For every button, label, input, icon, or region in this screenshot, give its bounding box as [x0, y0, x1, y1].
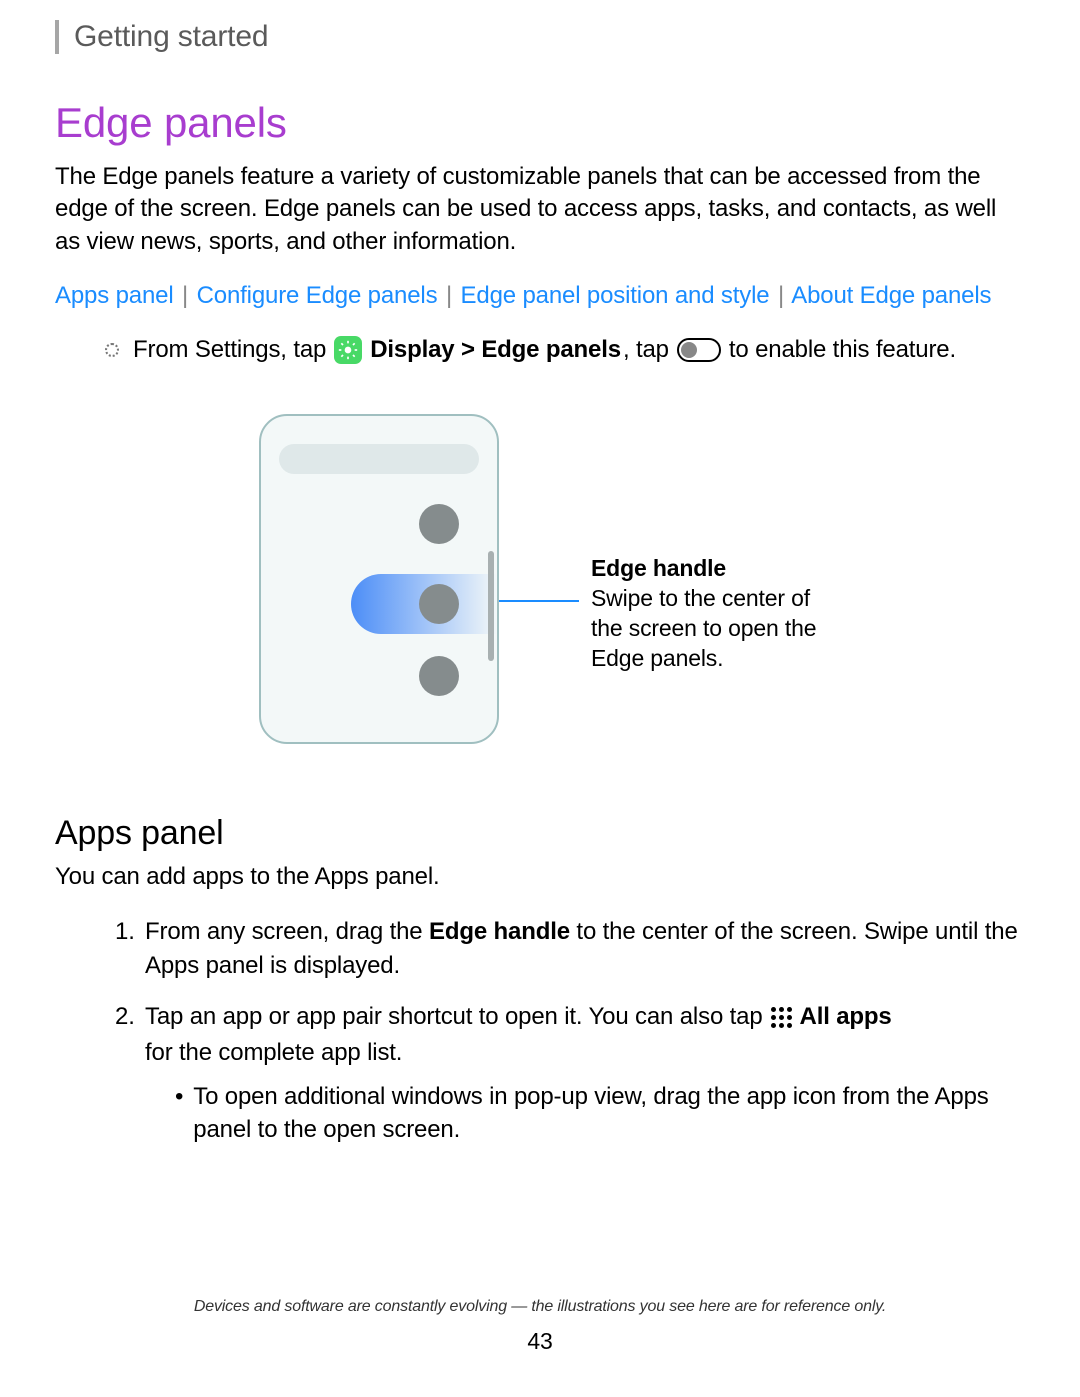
instruction-suffix: to enable this feature. [729, 336, 956, 364]
diagram-area: Edge handle Swipe to the center of the s… [55, 414, 1025, 744]
link-configure-edge-panels[interactable]: Configure Edge panels [197, 282, 438, 309]
page-number: 43 [0, 1328, 1080, 1355]
link-separator: | [182, 282, 188, 309]
panel-dot-icon [419, 656, 459, 696]
step-number: 2. [115, 1000, 145, 1146]
step-2-sub-bullet: • To open additional windows in pop-up v… [175, 1080, 1025, 1147]
toggle-switch-icon [677, 338, 721, 362]
dotted-bullet-icon [105, 343, 119, 357]
footer-note: Devices and software are constantly evol… [0, 1298, 1080, 1316]
edge-handle-icon [488, 551, 494, 661]
link-about-edge-panels[interactable]: About Edge panels [791, 282, 991, 309]
swipe-gradient-icon [351, 574, 497, 634]
step-2-sub-text: To open additional windows in pop-up vie… [193, 1080, 1025, 1147]
page-title: Edge panels [55, 99, 1025, 147]
section-heading-apps-panel: Apps panel [55, 814, 1025, 853]
step-1-bold: Edge handle [429, 918, 570, 945]
step-2: 2. Tap an app or app pair shortcut to op… [115, 1000, 1025, 1146]
breadcrumb-container: Getting started [55, 20, 1025, 54]
breadcrumb: Getting started [74, 20, 1025, 54]
instruction-path: Display > Edge panels [370, 336, 621, 364]
callout-description: Swipe to the center of the screen to ope… [591, 585, 816, 671]
callout-line [499, 600, 579, 602]
instruction-row: From Settings, tap Display > Edge panels… [105, 336, 1025, 364]
intro-paragraph: The Edge panels feature a variety of cus… [55, 161, 1025, 258]
callout-title: Edge handle [591, 554, 821, 584]
panel-dot-icon [419, 504, 459, 544]
step-1-text-a: From any screen, drag the [145, 918, 429, 945]
display-settings-icon [334, 336, 362, 364]
page-footer: Devices and software are constantly evol… [0, 1298, 1080, 1355]
all-apps-grid-icon [771, 1007, 792, 1028]
step-2-allapps: All apps [800, 1000, 892, 1034]
link-separator: | [778, 282, 784, 309]
link-apps-panel[interactable]: Apps panel [55, 282, 174, 309]
step-2-text-a: Tap an app or app pair shortcut to open … [145, 1000, 763, 1034]
panel-dot-icon [419, 584, 459, 624]
steps-list: 1. From any screen, drag the Edge handle… [115, 915, 1025, 1147]
section-intro: You can add apps to the Apps panel. [55, 863, 1025, 891]
bullet-dot-icon: • [175, 1080, 183, 1147]
link-row: Apps panel | Configure Edge panels | Edg… [55, 282, 1025, 310]
link-edge-panel-position[interactable]: Edge panel position and style [461, 282, 770, 309]
step-2-text-b: for the complete app list. [145, 1036, 402, 1070]
link-separator: | [446, 282, 452, 309]
step-1: 1. From any screen, drag the Edge handle… [115, 915, 1025, 982]
phone-illustration [259, 414, 499, 744]
instruction-mid: , tap [623, 336, 669, 364]
instruction-prefix: From Settings, tap [133, 336, 326, 364]
step-number: 1. [115, 915, 145, 982]
phone-status-bar [279, 444, 479, 474]
